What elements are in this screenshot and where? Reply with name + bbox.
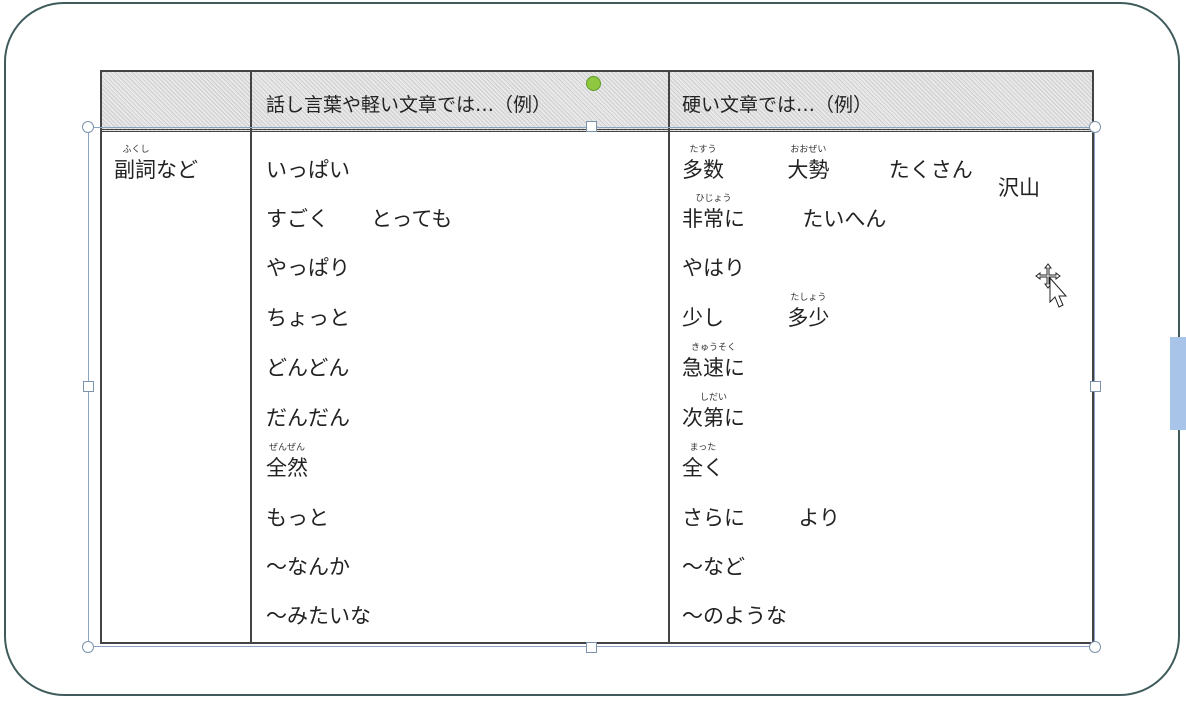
header-spoken: 話し言葉や軽い文章では…（例） xyxy=(266,94,552,116)
move-cursor-icon xyxy=(1035,263,1068,308)
resize-handle-left[interactable] xyxy=(83,381,94,392)
selection-frame xyxy=(88,127,1095,647)
resize-handle-bottom-right[interactable] xyxy=(1089,641,1101,653)
rotate-handle[interactable] xyxy=(586,76,601,91)
header-formal: 硬い文章では…（例） xyxy=(682,94,873,116)
resize-handle-top-right[interactable] xyxy=(1089,121,1101,133)
scrollbar-thumb[interactable] xyxy=(1170,337,1186,430)
resize-handle-top-left[interactable] xyxy=(82,121,94,133)
resize-handle-bottom-left[interactable] xyxy=(82,641,94,653)
resize-handle-right[interactable] xyxy=(1090,381,1101,392)
resize-handle-top[interactable] xyxy=(586,121,597,132)
resize-handle-bottom[interactable] xyxy=(586,642,597,653)
